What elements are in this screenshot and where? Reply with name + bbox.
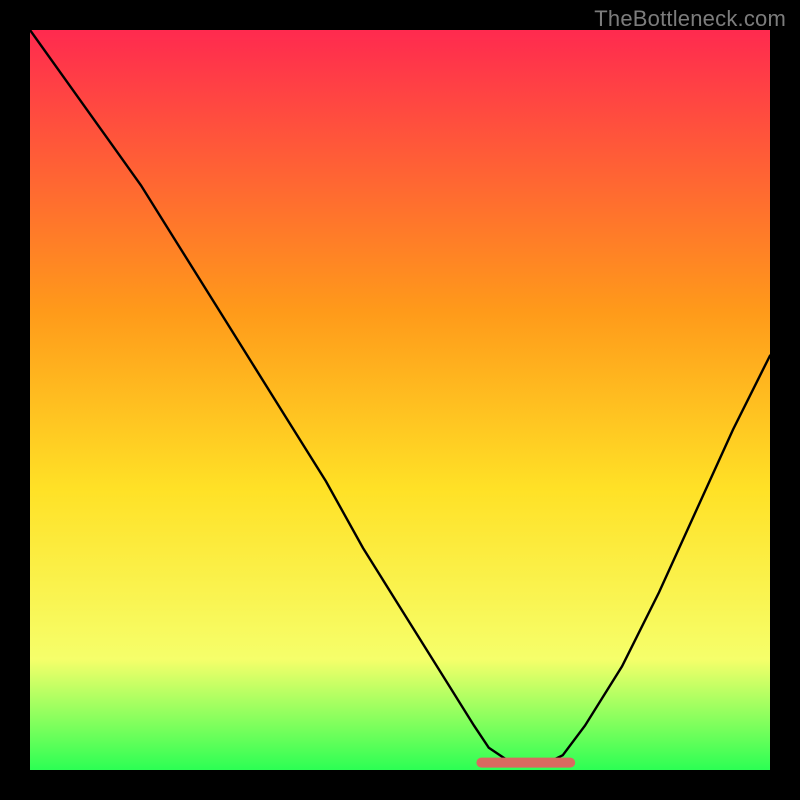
chart-frame: TheBottleneck.com	[0, 0, 800, 800]
watermark-text: TheBottleneck.com	[594, 6, 786, 32]
gradient-background	[30, 30, 770, 770]
bottleneck-chart	[30, 30, 770, 770]
